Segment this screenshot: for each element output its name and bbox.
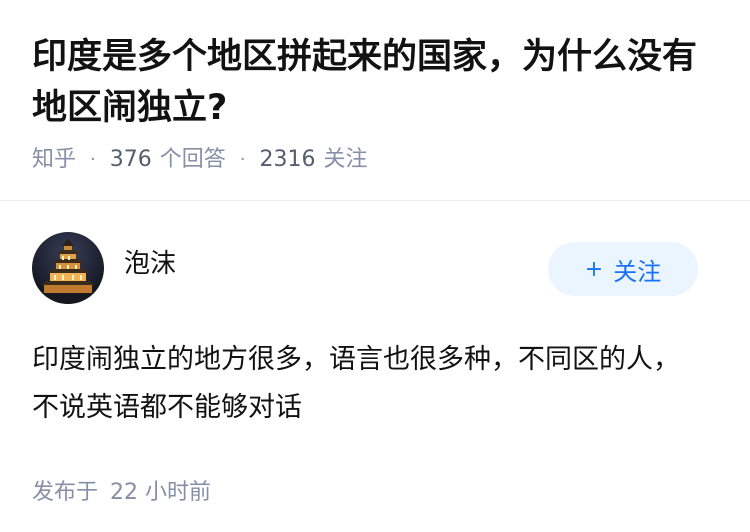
meta-separator: · <box>239 149 246 170</box>
source-label[interactable]: 知乎 <box>32 144 76 176</box>
published-time: 22 小时前 <box>110 480 212 505</box>
author-row: 泡沫 + 关注 <box>32 230 722 306</box>
answers-label: 个回答 <box>159 147 226 172</box>
author-avatar[interactable] <box>32 232 104 304</box>
section-divider <box>0 200 750 201</box>
answer-card: 泡沫 + 关注 印度闹独立的地方很多，语言也很多种，不同区的人，不说英语都不能够… <box>32 230 722 506</box>
published-label: 发布于 <box>32 480 99 505</box>
question-title[interactable]: 印度是多个地区拼起来的国家，为什么没有地区闹独立? <box>32 32 722 134</box>
question-header: 印度是多个地区拼起来的国家，为什么没有地区闹独立? 知乎 · 376 个回答 ·… <box>32 32 722 176</box>
meta-separator: · <box>90 149 96 170</box>
answers-count: 376 <box>109 147 152 172</box>
author-name[interactable]: 泡沫 <box>124 243 176 280</box>
follow-button-label: 关注 <box>613 257 662 286</box>
follow-button[interactable]: + 关注 <box>548 242 698 296</box>
followers-count: 2316 <box>259 147 316 172</box>
question-meta: 知乎 · 376 个回答 · 2316 关注 <box>32 144 722 176</box>
answer-content[interactable]: 印度闹独立的地方很多，语言也很多种，不同区的人，不说英语都不能够对话 <box>32 336 702 432</box>
followers-label: 关注 <box>323 147 368 172</box>
pagoda-at-night-avatar-icon <box>32 232 104 304</box>
publish-info: 发布于 22 小时前 <box>32 474 722 506</box>
plus-icon: + <box>584 256 604 282</box>
